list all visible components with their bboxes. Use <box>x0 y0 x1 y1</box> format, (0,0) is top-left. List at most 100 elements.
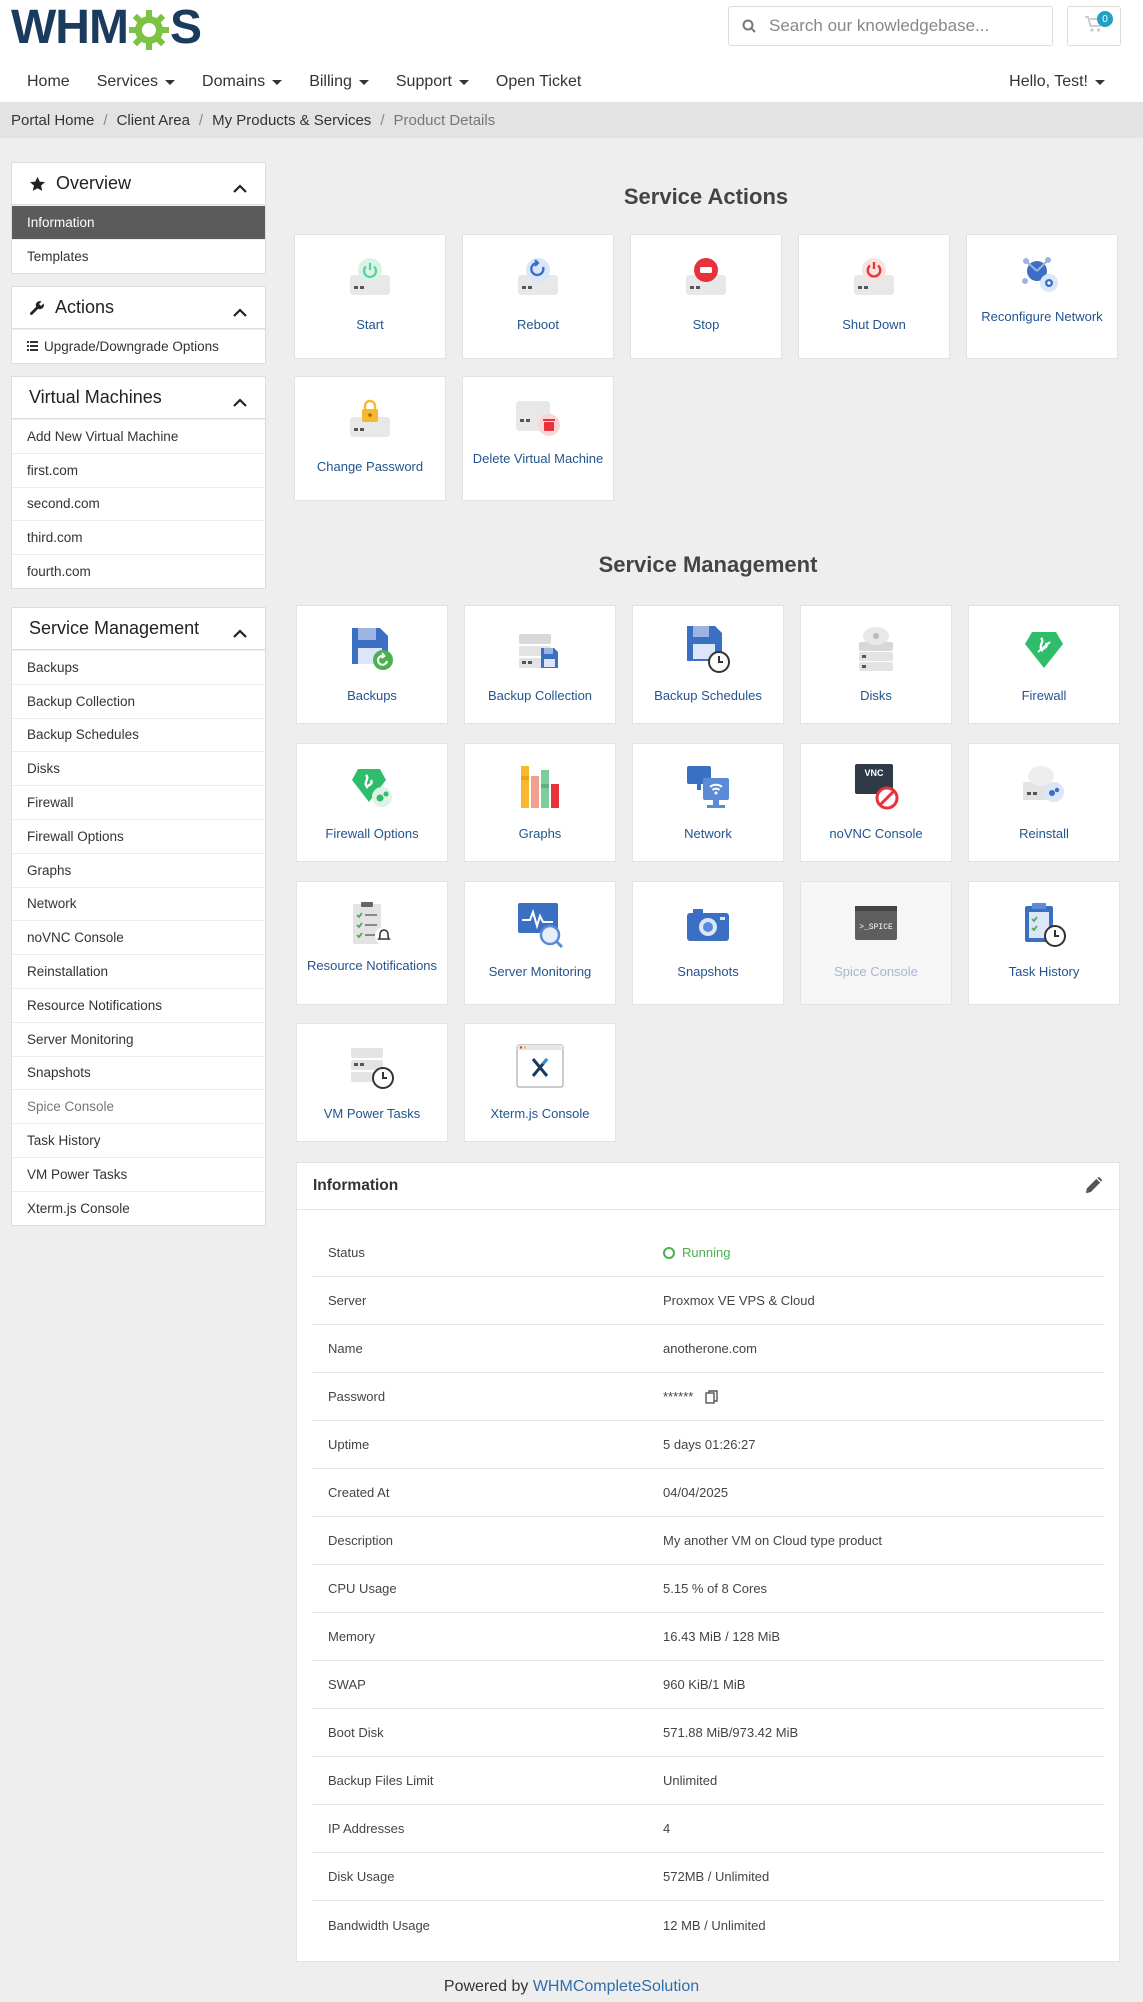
tile-start[interactable]: Start <box>294 234 446 359</box>
sidebar-vms-header[interactable]: Virtual Machines <box>12 377 265 419</box>
tile-network[interactable]: Network <box>632 743 784 862</box>
tile-task-history[interactable]: Task History <box>968 881 1120 1005</box>
tile-delete-vm[interactable]: Delete Virtual Machine <box>462 376 614 501</box>
tile-graphs[interactable]: Graphs <box>464 743 616 862</box>
info-value: ****** <box>663 1389 719 1404</box>
breadcrumb-separator: / <box>380 111 385 129</box>
xterm-icon <box>515 1042 565 1092</box>
tile-firewall-options[interactable]: Firewall Options <box>296 743 448 862</box>
info-row-disk-usage: Disk Usage 572MB / Unlimited <box>312 1853 1104 1901</box>
tile-novnc-console[interactable]: VNC noVNC Console <box>800 743 952 862</box>
sidebar-item-server-monitoring[interactable]: Server Monitoring <box>12 1021 265 1056</box>
search-box[interactable] <box>728 6 1053 46</box>
logo[interactable]: WHM S <box>11 1 202 54</box>
tile-snapshots[interactable]: Snapshots <box>632 881 784 1005</box>
sidebar-item-templates[interactable]: Templates <box>12 238 265 273</box>
sidebar-item-novnc[interactable]: noVNC Console <box>12 920 265 954</box>
logo-text-end: S <box>169 0 202 54</box>
sidebar-item-snapshots[interactable]: Snapshots <box>12 1055 265 1090</box>
sidebar-item-vm[interactable]: second.com <box>12 486 265 521</box>
breadcrumb-products[interactable]: My Products & Services <box>212 112 371 129</box>
sidebar-item-information[interactable]: Information <box>12 205 265 239</box>
sidebar-item-upgrade[interactable]: Upgrade/Downgrade Options <box>12 329 265 363</box>
tile-shut-down[interactable]: Shut Down <box>798 234 950 359</box>
sidebar-item-task-history[interactable]: Task History <box>12 1123 265 1157</box>
tile-label: Backup Collection <box>487 688 593 703</box>
sidebar-item-vm-power-tasks[interactable]: VM Power Tasks <box>12 1156 265 1191</box>
nav-open-ticket[interactable]: Open Ticket <box>496 73 581 91</box>
sidebar-item-add-vm[interactable]: Add New Virtual Machine <box>12 419 265 453</box>
server-start-icon <box>345 253 395 303</box>
search-input[interactable] <box>769 16 1039 36</box>
server-delete-icon <box>513 395 563 445</box>
sidebar-item-backup-schedules[interactable]: Backup Schedules <box>12 717 265 752</box>
monitoring-icon <box>515 900 565 950</box>
nav-billing[interactable]: Billing <box>309 73 369 91</box>
nav-services[interactable]: Services <box>97 73 176 91</box>
sidebar-item-firewall[interactable]: Firewall <box>12 785 265 819</box>
footer-link[interactable]: WHMCompleteSolution <box>533 1978 699 1995</box>
info-row-uptime: Uptime 5 days 01:26:27 <box>312 1421 1104 1469</box>
floppy-restore-icon <box>347 624 397 674</box>
breadcrumb-client-area[interactable]: Client Area <box>117 112 190 129</box>
sidebar-item-firewall-options[interactable]: Firewall Options <box>12 818 265 853</box>
network-monitor-icon <box>683 762 733 812</box>
chevron-up-icon[interactable] <box>233 391 247 412</box>
tile-reconfigure-network[interactable]: Reconfigure Network <box>966 234 1118 359</box>
tile-resource-notifications[interactable]: Resource Notifications <box>296 881 448 1005</box>
tile-reinstall[interactable]: Reinstall <box>968 743 1120 862</box>
tile-firewall[interactable]: Firewall <box>968 605 1120 724</box>
info-value: 571.88 MiB/973.42 MiB <box>663 1725 799 1740</box>
sidebar-item-vm[interactable]: third.com <box>12 520 265 554</box>
sidebar-overview-header[interactable]: Overview <box>12 163 265 205</box>
tile-backup-schedules[interactable]: Backup Schedules <box>632 605 784 724</box>
sidebar-item-reinstallation[interactable]: Reinstallation <box>12 954 265 988</box>
footer: Powered by WHMCompleteSolution <box>0 1978 1143 1996</box>
cart-button[interactable]: 0 <box>1067 6 1121 46</box>
sidebar-item-vm[interactable]: first.com <box>12 452 265 487</box>
tile-vm-power-tasks[interactable]: VM Power Tasks <box>296 1023 448 1142</box>
tile-stop[interactable]: Stop <box>630 234 782 359</box>
chevron-up-icon[interactable] <box>233 177 247 198</box>
tile-label: Delete Virtual Machine <box>472 451 604 466</box>
info-row-status: Status Running <box>312 1229 1104 1277</box>
info-key: SWAP <box>328 1677 366 1692</box>
tile-disks[interactable]: Disks <box>800 605 952 724</box>
nav-home[interactable]: Home <box>27 73 70 91</box>
sidebar-item-spice-console[interactable]: Spice Console <box>12 1089 265 1123</box>
tile-change-password[interactable]: Change Password <box>294 376 446 501</box>
tile-backups[interactable]: Backups <box>296 605 448 724</box>
sidebar-item-xterm[interactable]: Xterm.js Console <box>12 1190 265 1225</box>
info-key: Status <box>328 1245 365 1260</box>
star-icon <box>29 176 46 192</box>
breadcrumb-portal-home[interactable]: Portal Home <box>11 112 94 129</box>
chevron-up-icon[interactable] <box>233 622 247 643</box>
user-menu[interactable]: Hello, Test! <box>1009 73 1105 91</box>
tile-server-monitoring[interactable]: Server Monitoring <box>464 881 616 1005</box>
firewall-icon <box>1019 624 1069 674</box>
sidebar-management-header[interactable]: Service Management <box>12 608 265 650</box>
tile-backup-collection[interactable]: Backup Collection <box>464 605 616 724</box>
nav-domains[interactable]: Domains <box>202 73 283 91</box>
sidebar-actions-header[interactable]: Actions <box>12 287 265 329</box>
info-row-ip-addresses: IP Addresses 4 <box>312 1805 1104 1853</box>
sidebar-overview-title: Overview <box>56 173 132 193</box>
task-history-icon <box>1019 900 1069 950</box>
copy-icon[interactable] <box>705 1389 719 1404</box>
sidebar-item-disks[interactable]: Disks <box>12 751 265 785</box>
info-value: 960 KiB/1 MiB <box>663 1677 746 1692</box>
chevron-up-icon[interactable] <box>233 301 247 322</box>
network-gear-icon <box>1017 253 1067 303</box>
sidebar-item-resource-notifications[interactable]: Resource Notifications <box>12 987 265 1022</box>
sidebar-item-backup-collection[interactable]: Backup Collection <box>12 683 265 718</box>
sidebar-item-network[interactable]: Network <box>12 886 265 921</box>
info-value: 16.43 MiB / 128 MiB <box>663 1629 781 1644</box>
sidebar-item-vm[interactable]: fourth.com <box>12 554 265 588</box>
nav-support[interactable]: Support <box>396 73 469 91</box>
pencil-icon[interactable] <box>1084 1176 1103 1200</box>
tile-spice-console[interactable]: >_SPICE Spice Console <box>800 881 952 1005</box>
sidebar-item-backups[interactable]: Backups <box>12 650 265 684</box>
tile-reboot[interactable]: Reboot <box>462 234 614 359</box>
sidebar-item-graphs[interactable]: Graphs <box>12 852 265 887</box>
tile-xterm-console[interactable]: Xterm.js Console <box>464 1023 616 1142</box>
